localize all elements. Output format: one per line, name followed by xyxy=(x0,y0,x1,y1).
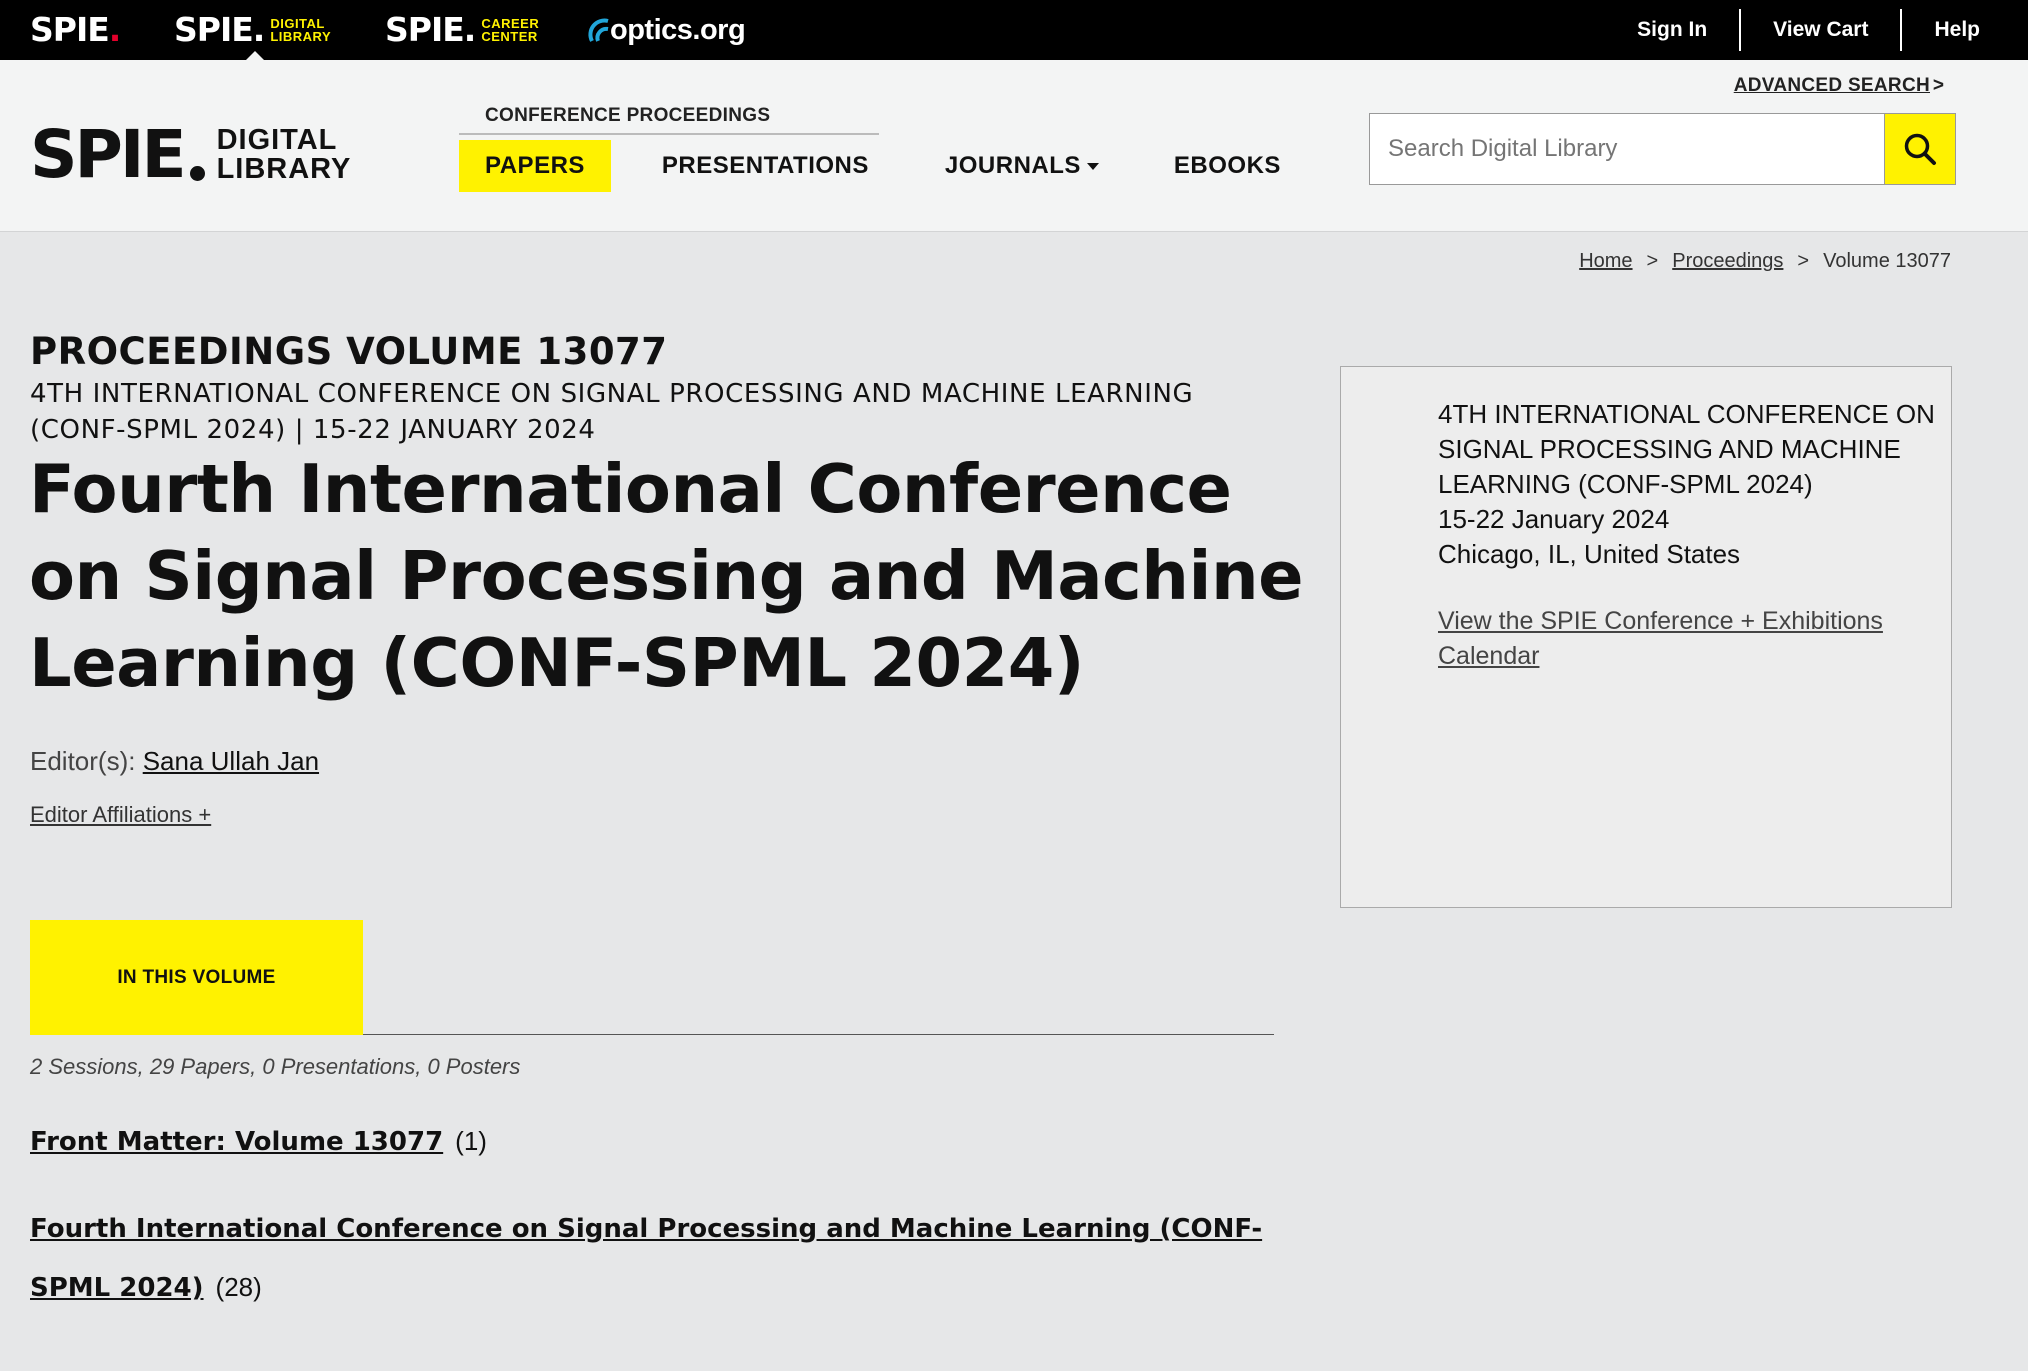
editors-label: Editor(s): xyxy=(30,746,136,776)
breadcrumb-proceedings[interactable]: Proceedings xyxy=(1672,250,1783,273)
site-header: SPIE DIGITAL LIBRARY CONFERENCE PROCEEDI… xyxy=(0,60,2028,232)
tab-journals[interactable]: JOURNALS xyxy=(919,140,1125,192)
tab-in-this-volume[interactable]: IN THIS VOLUME xyxy=(30,920,363,1035)
spie-digital-library-logo[interactable]: SPIE DIGITAL LIBRARY xyxy=(30,122,351,188)
breadcrumb-home[interactable]: Home xyxy=(1579,250,1632,273)
logo-dot xyxy=(189,165,205,181)
spie-digital-library-link[interactable]: SPIE. DIGITAL LIBRARY xyxy=(174,10,331,60)
breadcrumb: Home > Proceedings > Volume 13077 xyxy=(1579,250,1951,273)
view-cart-link[interactable]: View Cart xyxy=(1739,9,1900,51)
conference-subtitle: 4TH INTERNATIONAL CONFERENCE ON SIGNAL P… xyxy=(30,379,1194,445)
conference-proceedings-label: CONFERENCE PROCEEDINGS xyxy=(459,105,879,135)
tab-presentations[interactable]: PRESENTATIONS xyxy=(636,140,895,192)
volume-tabs: IN THIS VOLUME xyxy=(30,920,1274,1035)
sign-in-link[interactable]: Sign In xyxy=(1605,9,1739,51)
editor-name-link[interactable]: Sana Ullah Jan xyxy=(143,746,319,776)
spie-career-center-link[interactable]: SPIE. CAREER CENTER xyxy=(385,10,539,50)
session-count: (1) xyxy=(455,1126,487,1156)
help-link[interactable]: Help xyxy=(1900,9,1980,51)
breadcrumb-current: Volume 13077 xyxy=(1823,250,1951,272)
brand-dot: . xyxy=(463,10,477,49)
brand-dot: . xyxy=(108,10,122,49)
session-count: (28) xyxy=(215,1272,262,1302)
conference-name: 4TH INTERNATIONAL CONFERENCE ON SIGNAL P… xyxy=(1438,399,1935,499)
session-link[interactable]: Fourth International Conference on Signa… xyxy=(30,1214,1262,1303)
dl-brand-word: SPIE xyxy=(174,10,254,49)
session-link[interactable]: Front Matter: Volume 13077 xyxy=(30,1127,443,1157)
logo-sub: DIGITAL LIBRARY xyxy=(217,126,352,184)
logo-word: SPIE xyxy=(30,116,187,193)
top-bar: SPIE. SPIE. DIGITAL LIBRARY SPIE. CAREER… xyxy=(0,0,2028,60)
logo-sub-line-2: LIBRARY xyxy=(216,153,352,185)
session-item: Fourth International Conference on Signa… xyxy=(30,1200,1340,1317)
advanced-search-arrow: > xyxy=(1932,75,1944,96)
search-input[interactable] xyxy=(1369,113,1885,185)
conference-info-panel: 4TH INTERNATIONAL CONFERENCE ON SIGNAL P… xyxy=(1340,366,1952,908)
optics-org-label: optics.org xyxy=(610,14,746,46)
spie-brand-word: SPIE xyxy=(30,10,110,49)
search-button[interactable] xyxy=(1885,113,1956,185)
main-nav: PAPERS PRESENTATIONS JOURNALS EBOOKS xyxy=(459,140,1307,192)
volume-counts: 2 Sessions, 29 Papers, 0 Presentations, … xyxy=(30,1054,521,1079)
conference-location: Chicago, IL, United States xyxy=(1438,539,1741,569)
dl-brand-sub: DIGITAL LIBRARY xyxy=(270,17,331,43)
chevron-down-icon xyxy=(1086,162,1099,170)
search-icon xyxy=(1904,133,1936,165)
breadcrumb-separator: > xyxy=(1646,250,1659,272)
session-item: Front Matter: Volume 13077 (1) xyxy=(30,1112,1340,1171)
editors-line: Editor(s): Sana Ullah Jan xyxy=(30,746,319,777)
search-bar xyxy=(1369,113,1956,185)
brand-dot: . xyxy=(252,10,266,49)
cc-sub-line-2: CENTER xyxy=(481,29,538,44)
tab-papers[interactable]: PAPERS xyxy=(459,140,611,192)
breadcrumb-separator: > xyxy=(1797,250,1810,272)
spie-home-link[interactable]: SPIE. xyxy=(30,10,122,50)
advanced-search-link[interactable]: ADVANCED SEARCH xyxy=(1734,75,1930,97)
conference-calendar-link[interactable]: View the SPIE Conference + Exhibitions C… xyxy=(1438,604,1918,674)
cc-brand-sub: CAREER CENTER xyxy=(481,17,539,43)
tab-ebooks[interactable]: EBOOKS xyxy=(1148,140,1307,192)
conference-info: 4TH INTERNATIONAL CONFERENCE ON SIGNAL P… xyxy=(1438,397,1938,572)
tab-journals-label: JOURNALS xyxy=(944,152,1081,179)
dl-sub-line-2: LIBRARY xyxy=(270,29,332,44)
optics-org-link[interactable]: optics.org xyxy=(588,10,746,50)
editor-affiliations-toggle[interactable]: Editor Affiliations + xyxy=(30,802,211,828)
conference-dates: 15-22 January 2024 xyxy=(1438,504,1670,534)
cc-brand-word: SPIE xyxy=(385,10,465,49)
logo-sub-line-1: DIGITAL xyxy=(216,124,338,156)
volume-heading: PROCEEDINGS VOLUME 13077 xyxy=(30,330,668,373)
account-links: Sign In View Cart Help xyxy=(1605,0,1980,60)
page-title: Fourth International Conference on Signa… xyxy=(29,450,1304,702)
